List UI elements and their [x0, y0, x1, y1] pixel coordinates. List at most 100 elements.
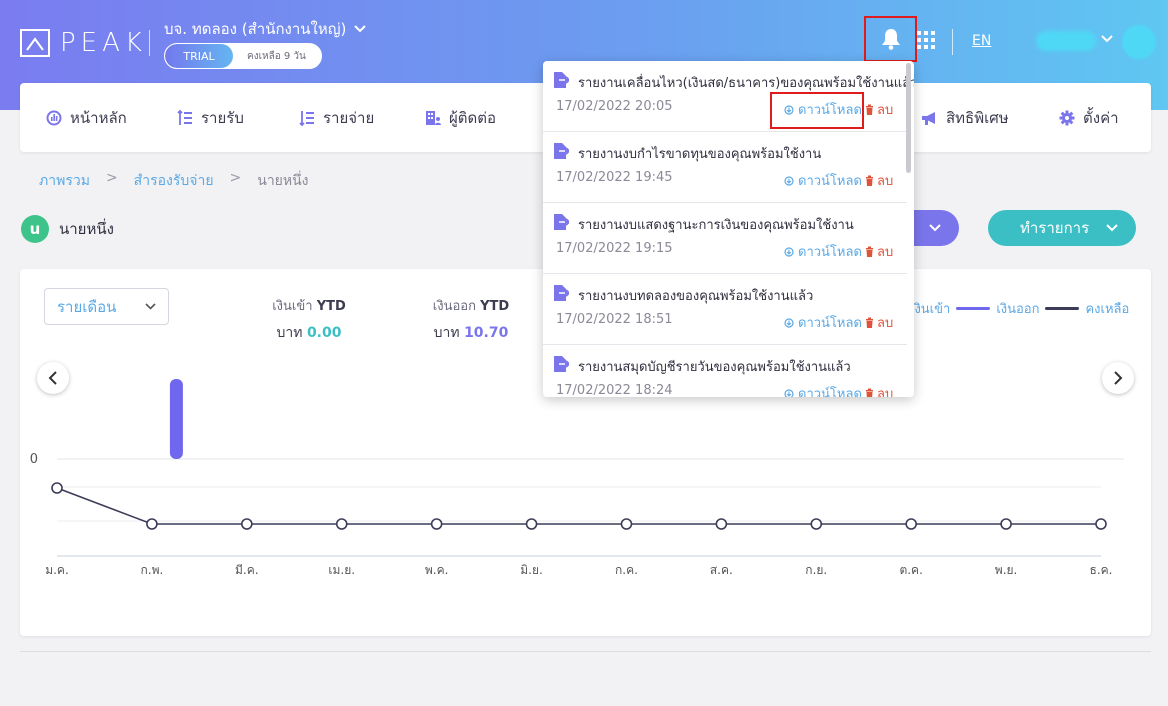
- notification-date: 17/02/2022 20:05: [556, 99, 673, 114]
- report-ready-icon: [554, 214, 569, 230]
- dashboard-icon: [46, 110, 62, 125]
- download-label: ดาวน์โหลด: [798, 387, 862, 397]
- bell-icon: [881, 29, 900, 50]
- nav-item-privileges[interactable]: สิทธิพิเศษ: [921, 83, 1009, 152]
- nav-label: หน้าหลัก: [70, 108, 127, 127]
- breadcrumb-petty-cash[interactable]: สำรองรับจ่าย: [134, 170, 214, 192]
- delete-link[interactable]: ลบ: [865, 241, 893, 262]
- income-icon: [177, 109, 192, 125]
- chevron-right-icon: [1114, 371, 1123, 385]
- download-label: ดาวน์โหลด: [798, 316, 862, 331]
- legend-income: เงินเข้า: [910, 302, 951, 317]
- trash-icon: [866, 175, 873, 186]
- report-ready-icon: [554, 72, 569, 88]
- breadcrumb-overview[interactable]: ภาพรวม: [39, 170, 90, 192]
- notification-item[interactable]: รายงานงบทดลองของคุณพร้อมใช้งานแล้ว 17/02…: [543, 274, 907, 345]
- dropdown-scrollbar[interactable]: [906, 63, 911, 173]
- delete-link[interactable]: ลบ: [865, 312, 893, 333]
- notification-button[interactable]: [864, 16, 917, 62]
- breadcrumb-separator: >: [229, 170, 242, 186]
- chart-next-button[interactable]: [1102, 362, 1134, 394]
- delete-label: ลบ: [877, 245, 894, 260]
- chevron-down-icon: [929, 224, 941, 232]
- currency: บาท: [276, 325, 303, 341]
- nav-item-contacts[interactable]: ผู้ติดต่อ: [425, 83, 496, 152]
- trash-icon: [866, 388, 873, 397]
- trial-badge: TRIAL คงเหลือ 9 วัน: [164, 43, 322, 69]
- page-title: นายหนึ่ง: [59, 220, 114, 238]
- apps-grid-icon[interactable]: [917, 31, 935, 49]
- transact-label: ทำรายการ: [1020, 219, 1090, 237]
- income-label: เงินเข้า: [272, 299, 313, 314]
- download-icon: [784, 246, 794, 257]
- nav-label: รายรับ: [201, 108, 244, 127]
- notification-date: 17/02/2022 18:24: [556, 383, 673, 397]
- nav-label: ตั้งค่า: [1083, 108, 1119, 127]
- chevron-left-icon: [48, 371, 57, 385]
- download-link[interactable]: ดาวน์โหลด: [784, 170, 862, 191]
- delete-label: ลบ: [877, 316, 894, 331]
- legend-balance: คงเหลือ: [1085, 302, 1130, 317]
- legend-balance-swatch: [1045, 307, 1080, 310]
- user-menu-chevron-icon[interactable]: [1101, 35, 1113, 43]
- header-divider: [149, 30, 150, 56]
- notification-title: รายงานงบทดลองของคุณพร้อมใช้งานแล้ว: [578, 289, 814, 304]
- delete-link[interactable]: ลบ: [865, 383, 893, 397]
- report-ready-icon: [554, 285, 569, 301]
- income-value: 0.00: [306, 325, 342, 341]
- download-label: ดาวน์โหลด: [798, 245, 862, 260]
- notification-item[interactable]: รายงานสมุดบัญชีรายวันของคุณพร้อมใช้งานแล…: [543, 345, 907, 397]
- company-selector[interactable]: บจ. ทดลอง (สำนักงานใหญ่): [164, 17, 367, 41]
- delete-link[interactable]: ลบ: [865, 170, 893, 191]
- trial-label: TRIAL: [165, 44, 233, 68]
- nav-item-home[interactable]: หน้าหลัก: [46, 83, 127, 152]
- chevron-down-icon: [145, 303, 156, 310]
- notification-title: รายงานงบกำไรขาดทุนของคุณพร้อมใช้งาน: [578, 147, 822, 162]
- avatar[interactable]: [1122, 25, 1156, 59]
- trash-icon: [866, 317, 873, 328]
- outgo-ytd-stat: เงินออก YTD บาท 10.70: [426, 295, 516, 344]
- download-link[interactable]: ดาวน์โหลด: [784, 241, 862, 262]
- outgo-label: เงินออก: [432, 299, 476, 314]
- notification-title: รายงานงบแสดงฐานะการเงินของคุณพร้อมใช้งาน: [578, 218, 854, 233]
- nav-item-expense[interactable]: รายจ่าย: [299, 83, 374, 152]
- download-icon: [784, 388, 794, 397]
- delete-label: ลบ: [877, 103, 894, 118]
- chart-prev-button[interactable]: [37, 362, 69, 394]
- delete-label: ลบ: [877, 387, 894, 397]
- language-toggle[interactable]: EN: [972, 33, 991, 49]
- notification-item[interactable]: รายงานงบแสดงฐานะการเงินของคุณพร้อมใช้งาน…: [543, 203, 907, 274]
- footer-divider: [20, 651, 1151, 652]
- nav-item-settings[interactable]: ตั้งค่า: [1059, 83, 1119, 152]
- transact-button[interactable]: ทำรายการ: [988, 210, 1136, 246]
- period-select[interactable]: รายเดือน: [44, 288, 169, 325]
- trash-icon: [866, 246, 873, 257]
- delete-link[interactable]: ลบ: [865, 99, 893, 120]
- nav-label: ผู้ติดต่อ: [449, 108, 497, 127]
- expense-icon: [299, 110, 314, 126]
- contacts-icon: [426, 110, 441, 125]
- chart-legend: เงินเข้า เงินออก คงเหลือ: [910, 298, 1129, 319]
- nav-label: สิทธิพิเศษ: [946, 108, 1009, 127]
- breadcrumb-current: นายหนึ่ง: [257, 173, 309, 189]
- nav-item-income[interactable]: รายรับ: [177, 83, 244, 152]
- currency: บาท: [433, 325, 460, 341]
- entity-avatar: u: [21, 215, 49, 243]
- gear-icon: [1059, 110, 1075, 125]
- nav-label: รายจ่าย: [323, 108, 375, 127]
- outgo-value: 10.70: [464, 325, 509, 341]
- legend-outgo: เงินออก: [996, 302, 1040, 317]
- download-link[interactable]: ดาวน์โหลด: [784, 312, 862, 333]
- notification-item[interactable]: รายงานงบกำไรขาดทุนของคุณพร้อมใช้งาน 17/0…: [543, 132, 907, 203]
- user-name-redacted[interactable]: [1036, 31, 1096, 51]
- peak-logo[interactable]: PEAK: [20, 28, 147, 58]
- download-link[interactable]: ดาวน์โหลด: [784, 383, 862, 397]
- entity-header: u นายหนึ่ง: [21, 215, 114, 243]
- ytd-label: YTD: [316, 299, 346, 314]
- breadcrumb: ภาพรวม > สำรองรับจ่าย > นายหนึ่ง: [39, 170, 309, 192]
- download-icon: [784, 175, 794, 186]
- report-ready-icon: [554, 356, 569, 372]
- income-ytd-stat: เงินเข้า YTD บาท 0.00: [268, 295, 350, 344]
- trash-icon: [866, 104, 873, 115]
- chevron-down-icon: [1106, 224, 1118, 232]
